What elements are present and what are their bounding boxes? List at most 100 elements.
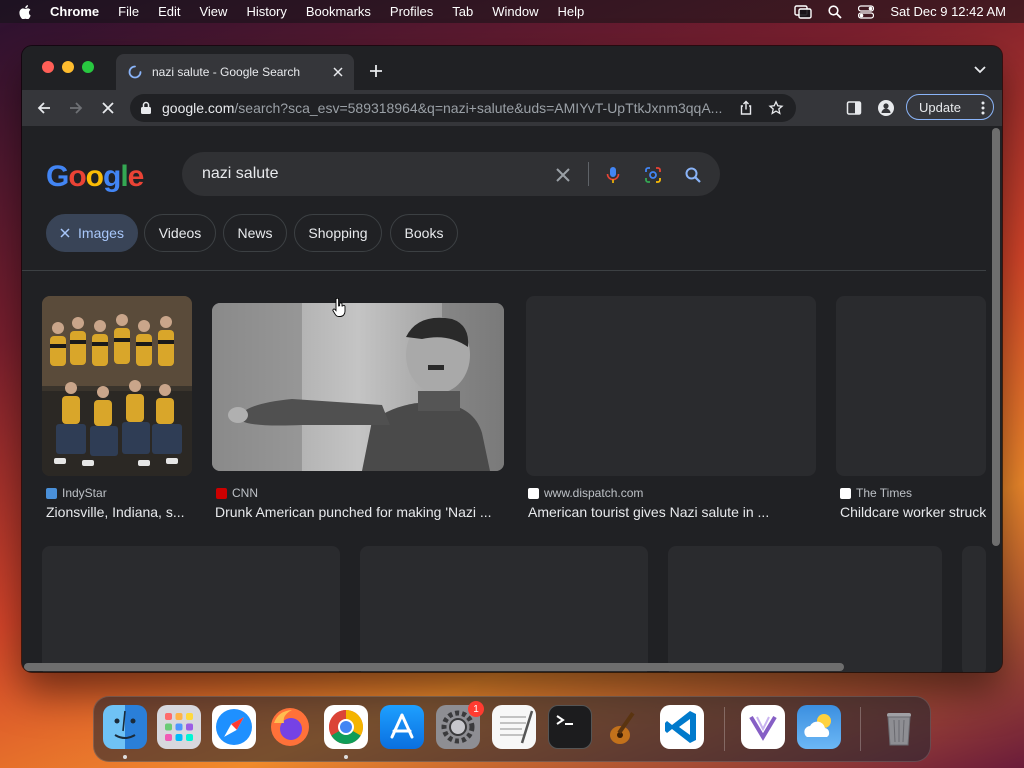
garageband-icon[interactable]: [604, 705, 648, 749]
textedit-page-glyph: [500, 710, 534, 744]
chip-books[interactable]: Books: [390, 214, 458, 252]
result-4-caption[interactable]: Childcare worker struck: [840, 504, 988, 520]
menubar-clock[interactable]: Sat Dec 9 12:42 AM: [890, 4, 1006, 19]
finder-icon[interactable]: [103, 705, 147, 749]
url-host: google.com: [162, 100, 235, 116]
search-magnifier-icon[interactable]: [684, 166, 702, 184]
horizontal-scrollbar[interactable]: [22, 660, 990, 672]
google-lens-icon[interactable]: [644, 166, 662, 184]
result-image-1[interactable]: [42, 296, 192, 476]
safari-icon[interactable]: [212, 705, 256, 749]
visual-studio-glyph: [749, 715, 777, 741]
search-query[interactable]: nazi salute: [202, 165, 279, 183]
loading-spinner-icon: [128, 65, 142, 79]
finder-running-dot: [123, 755, 127, 759]
close-tab-icon[interactable]: [332, 66, 344, 78]
clear-search-icon[interactable]: [554, 166, 572, 184]
zoom-window-button[interactable]: [82, 61, 94, 73]
chip-images[interactable]: Images: [46, 214, 138, 252]
stop-loading-icon[interactable]: [100, 100, 116, 116]
visual-studio-icon[interactable]: [741, 705, 785, 749]
menu-profiles[interactable]: Profiles: [390, 4, 433, 19]
side-panel-icon[interactable]: [846, 100, 862, 116]
result-placeholder-row2-2[interactable]: [360, 546, 648, 672]
control-center-icon[interactable]: [858, 4, 875, 19]
chip-images-label: Images: [78, 225, 124, 241]
vscode-icon[interactable]: [660, 705, 704, 749]
result-image-2[interactable]: [212, 303, 504, 471]
horizontal-scroll-thumb[interactable]: [24, 663, 844, 671]
profile-avatar-icon[interactable]: [878, 100, 894, 116]
chip-videos[interactable]: Videos: [144, 214, 216, 252]
menu-app-name[interactable]: Chrome: [50, 4, 99, 19]
textedit-icon[interactable]: [492, 705, 536, 749]
new-tab-icon[interactable]: [368, 63, 384, 79]
result-3-source[interactable]: www.dispatch.com: [528, 486, 643, 500]
voice-search-mic-icon[interactable]: [604, 166, 622, 184]
launchpad-icon[interactable]: [157, 705, 201, 749]
vertical-scroll-thumb[interactable]: [992, 128, 1000, 546]
menu-history[interactable]: History: [246, 4, 286, 19]
result-4-source[interactable]: The Times: [840, 486, 912, 500]
more-menu-icon[interactable]: [981, 101, 985, 115]
app-store-icon[interactable]: [380, 705, 424, 749]
result-2-source[interactable]: CNN: [216, 486, 258, 500]
menu-file[interactable]: File: [118, 4, 139, 19]
black-white-photo-thumbnail: [212, 303, 504, 471]
tab-google-search[interactable]: nazi salute - Google Search: [116, 54, 354, 90]
result-placeholder-row2-3[interactable]: [668, 546, 942, 672]
cnn-favicon-icon: [216, 487, 227, 499]
search-box[interactable]: nazi salute: [182, 152, 720, 196]
result-3-caption[interactable]: American tourist gives Nazi salute in ..…: [528, 504, 828, 520]
terminal-icon[interactable]: [548, 705, 592, 749]
minimize-window-button[interactable]: [62, 61, 74, 73]
menu-window[interactable]: Window: [492, 4, 538, 19]
menubar-status-area: Sat Dec 9 12:42 AM: [794, 0, 1006, 23]
url-text[interactable]: google.com/search?sca_esv=589318964&q=na…: [162, 100, 724, 116]
bookmark-star-icon[interactable]: [768, 100, 784, 116]
weather-icon[interactable]: [797, 705, 841, 749]
apple-icon[interactable]: [18, 4, 32, 19]
result-image-3-placeholder[interactable]: [526, 296, 816, 476]
the-times-favicon-icon: [840, 487, 851, 499]
result-1-source[interactable]: IndyStar: [46, 486, 107, 500]
address-bar[interactable]: google.com/search?sca_esv=589318964&q=na…: [130, 94, 796, 122]
forward-arrow-icon[interactable]: [68, 100, 84, 116]
close-window-button[interactable]: [42, 61, 54, 73]
macos-menubar: Chrome File Edit View History Bookmarks …: [0, 0, 1024, 23]
chip-news[interactable]: News: [223, 214, 287, 252]
result-placeholder-row2-1[interactable]: [42, 546, 340, 672]
menu-view[interactable]: View: [199, 4, 227, 19]
menu-tab[interactable]: Tab: [452, 4, 473, 19]
chip-shopping[interactable]: Shopping: [294, 214, 382, 252]
cloud-sun-glyph: [804, 714, 831, 737]
back-arrow-icon[interactable]: [36, 100, 52, 116]
spotlight-search-icon[interactable]: [828, 4, 843, 19]
result-placeholder-row2-4[interactable]: [962, 546, 986, 672]
screen-mirroring-icon[interactable]: [794, 4, 813, 19]
url-path: /search?sca_esv=589318964&q=nazi+salute&…: [234, 100, 723, 116]
update-label: Update: [919, 99, 961, 115]
result-2-caption[interactable]: Drunk American punched for making 'Nazi …: [215, 504, 507, 520]
lock-icon[interactable]: [140, 101, 152, 115]
google-logo[interactable]: Google: [46, 160, 144, 194]
trash-icon[interactable]: [877, 705, 921, 749]
tab-search-chevron-icon[interactable]: [973, 65, 987, 75]
vertical-scrollbar[interactable]: [990, 126, 1002, 672]
terminal-prompt-glyph: [556, 715, 573, 725]
result-1-caption[interactable]: Zionsville, Indiana, s...: [46, 504, 196, 520]
launchpad-grid-glyph: [165, 713, 193, 741]
remove-filter-x-icon[interactable]: [60, 228, 70, 238]
chrome-icon[interactable]: [324, 705, 368, 749]
menu-bookmarks[interactable]: Bookmarks: [306, 4, 371, 19]
menu-help[interactable]: Help: [558, 4, 585, 19]
firefox-icon[interactable]: [268, 705, 312, 749]
menu-edit[interactable]: Edit: [158, 4, 180, 19]
system-settings-icon[interactable]: 1: [436, 701, 484, 749]
update-chrome-button[interactable]: Update: [906, 94, 994, 120]
result-4-source-name: The Times: [856, 486, 913, 500]
result-image-4-placeholder[interactable]: [836, 296, 986, 476]
group-photo-thumbnail: [42, 296, 192, 476]
share-icon[interactable]: [738, 100, 754, 116]
firefox-glyph: [271, 708, 309, 746]
